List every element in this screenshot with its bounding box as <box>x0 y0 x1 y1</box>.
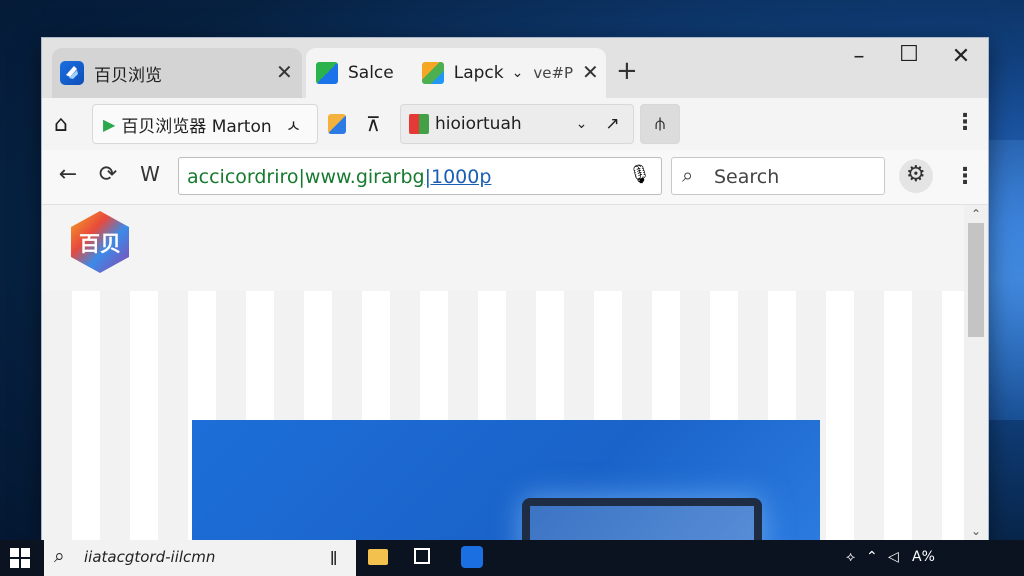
tab-baibei[interactable]: 百贝浏览 ✕ <box>52 48 302 98</box>
taskbar: ⌕ iiatacgtord-iilcmn ǁ ⟡ ⌃ ◁ A% <box>0 540 1024 576</box>
bookmark-label: 百贝浏览器 Marton <box>121 116 272 137</box>
refresh-icon[interactable]: ⟳ <box>94 162 122 187</box>
vertical-scrollbar[interactable]: ⌃ ⌄ <box>964 205 988 542</box>
chevron-down-icon[interactable]: ⌄ <box>576 116 588 132</box>
browser-window: 百贝浏览 ✕ Salce Lapck ⌄ ve#P ✕ + – ☐ ✕ ⌂ ▶ … <box>42 38 988 542</box>
bookmark-baibei[interactable]: ▶ 百贝浏览器 Marton ㅅ <box>92 104 318 144</box>
bookmark-label: hioiortuah <box>435 114 522 134</box>
network-icon[interactable]: ⟡ <box>846 549 855 565</box>
more-menu-icon[interactable]: ⋮ <box>954 112 976 134</box>
page-content: 百贝 <box>42 205 964 542</box>
address-link[interactable]: |1000p <box>425 166 492 188</box>
play-icon: ▶ <box>103 114 116 134</box>
browser-taskbar-icon[interactable] <box>461 546 483 568</box>
volume-icon[interactable]: ◁ <box>888 549 899 565</box>
shield-icon[interactable] <box>328 104 346 144</box>
start-windows-icon[interactable] <box>10 548 30 568</box>
language-indicator[interactable]: A% <box>912 549 935 565</box>
address-prefix: accicordriro|www.girarbg <box>187 166 425 188</box>
site-logo[interactable]: 百贝 <box>68 209 132 275</box>
chevron-up-icon[interactable]: ㅅ <box>286 112 302 137</box>
green-square-icon <box>316 62 338 84</box>
share-icon[interactable]: ⫛ <box>640 104 680 144</box>
search-placeholder: Search <box>714 166 780 188</box>
navigation-bar: ← ⟳ W accicordriro|www.girarbg|1000p 🎙 ⌕… <box>42 150 988 205</box>
tab-label: Lapck <box>453 63 504 83</box>
external-link-icon[interactable]: ↗ <box>605 114 619 134</box>
minimize-icon[interactable]: – <box>844 44 874 69</box>
address-bar[interactable]: accicordriro|www.girarbg|1000p 🎙 <box>178 157 662 195</box>
gear-icon[interactable]: ⚙ <box>899 159 933 193</box>
taskbar-search[interactable]: ⌕ iiatacgtord-iilcmn ǁ <box>44 540 356 576</box>
folder-icon[interactable] <box>368 549 388 565</box>
search-box[interactable]: ⌕ Search <box>671 157 885 195</box>
bookmark-hioiortuah[interactable]: hioiortuah ⌄ ↗ <box>400 104 634 144</box>
tab-extra-text: ve#P <box>533 64 574 82</box>
chevron-down-icon[interactable]: ⌄ <box>512 65 524 81</box>
search-icon: ⌕ <box>682 163 694 187</box>
scroll-down-icon[interactable]: ⌄ <box>968 524 984 538</box>
bookmarks-bar: ⌂ ▶ 百贝浏览器 Marton ㅅ ⊼ hioiortuah ⌄ ↗ ⫛ ⋮ <box>42 98 988 151</box>
tab-salce[interactable]: Salce Lapck ⌄ ve#P ✕ <box>306 48 606 98</box>
search-icon: ⌕ <box>54 545 65 567</box>
tab-strip: 百贝浏览 ✕ Salce Lapck ⌄ ve#P ✕ + – ☐ ✕ <box>42 38 988 98</box>
address-text[interactable]: accicordriro|www.girarbg|1000p <box>187 166 491 188</box>
logo-text: 百贝 <box>79 232 121 256</box>
red-bookmark-icon <box>409 114 429 134</box>
maximize-icon[interactable]: ☐ <box>894 42 924 67</box>
hero-banner <box>192 420 820 542</box>
cube-icon <box>421 62 444 84</box>
microphone-icon[interactable]: ǁ <box>330 548 337 566</box>
laptop-image <box>522 498 762 542</box>
new-tab-button[interactable]: + <box>616 58 638 84</box>
home-icon[interactable]: ⌂ <box>54 104 68 144</box>
browser-logo-icon <box>60 61 84 85</box>
taskbar-search-text: iiatacgtord-iilcmn <box>84 548 216 566</box>
close-tab-icon[interactable]: ✕ <box>276 60 293 84</box>
more-menu-icon[interactable]: ⋮ <box>954 166 976 188</box>
tools-icon[interactable]: ⊼ <box>366 104 381 144</box>
tab-label: Salce <box>348 63 394 83</box>
chevron-up-icon[interactable]: ⌃ <box>866 549 878 565</box>
microphone-icon[interactable]: 🎙 <box>628 164 651 185</box>
tab-label: 百贝浏览 <box>94 65 162 86</box>
close-window-icon[interactable]: ✕ <box>946 44 976 69</box>
scroll-up-icon[interactable]: ⌃ <box>968 207 984 221</box>
back-icon[interactable]: ← <box>54 162 82 187</box>
scrollbar-thumb[interactable] <box>968 223 984 337</box>
w-icon[interactable]: W <box>136 162 164 186</box>
close-tab-icon[interactable]: ✕ <box>582 60 599 84</box>
task-view-icon[interactable] <box>414 548 430 564</box>
